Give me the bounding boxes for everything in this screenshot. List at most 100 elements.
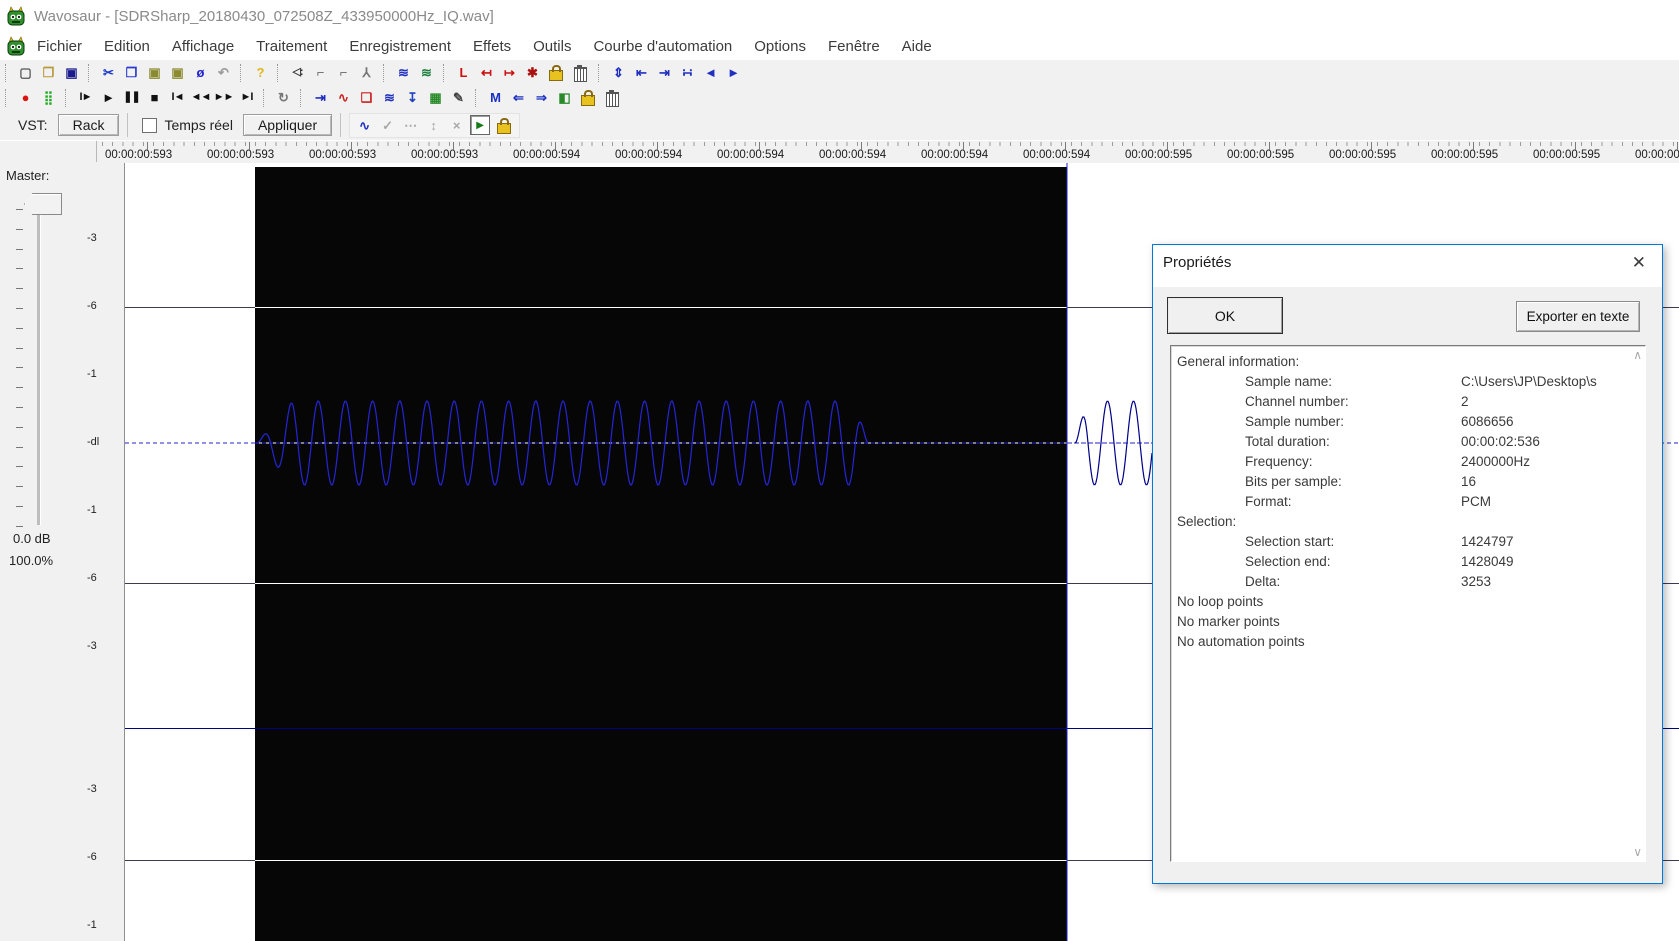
dialog-title: Propriétés — [1163, 254, 1231, 271]
crop-right-button[interactable]: ⇥ — [653, 62, 676, 83]
marker-region-button[interactable]: ◧ — [553, 87, 576, 108]
ok-button[interactable]: OK — [1167, 297, 1283, 334]
dialog-title-bar[interactable]: Propriétés ✕ — [1153, 245, 1662, 287]
loop-point-button[interactable]: L — [452, 62, 475, 83]
menu-traitement[interactable]: Traitement — [245, 38, 338, 55]
timeline-label: 00:00:00:595 — [1329, 149, 1396, 161]
automation-lock-button[interactable] — [497, 123, 511, 134]
delete-loop-button[interactable] — [574, 67, 587, 82]
waveform-overlay-button[interactable]: ≋ — [415, 62, 438, 83]
toolbar-main: ▢❒▣✂❐▣▣ø↶?◁:⌐⌐⅄≋≋L↤↦✱⇕⇤⇥∺◄► — [0, 60, 1679, 86]
toolbar-group-handle — [300, 89, 305, 107]
pencil-edit-button[interactable]: ✎ — [447, 87, 470, 108]
automation-scale-button[interactable]: ↕ — [422, 115, 445, 136]
paste-special-button[interactable]: ▣ — [166, 62, 189, 83]
properties-row: Total duration:00:00:02:536 — [1171, 432, 1627, 452]
master-slider-track[interactable] — [37, 207, 41, 525]
new-file-button[interactable]: ▢ — [14, 62, 37, 83]
settings-wrench-button[interactable]: ⅄ — [355, 62, 378, 83]
loop-playback-button[interactable]: ↻ — [272, 87, 295, 108]
waveform-view-button[interactable]: ≋ — [392, 62, 415, 83]
export-text-button[interactable]: Exporter en texte — [1516, 301, 1640, 332]
vst-bar: VST: Rack Temps réel Appliquer ∿✓⋯↕×▶ — [0, 110, 1679, 141]
master-slider-handle[interactable] — [24, 193, 62, 215]
automation-curve-button[interactable]: ∿ — [353, 115, 376, 136]
menu-edition[interactable]: Edition — [93, 38, 161, 55]
routing-alt-button[interactable]: ⌐ — [332, 62, 355, 83]
undo-button[interactable]: ↶ — [212, 62, 235, 83]
marker-button[interactable]: M — [484, 87, 507, 108]
previous-marker-button[interactable]: ⇐ — [507, 87, 530, 108]
scroll-down-icon[interactable]: ∨ — [1633, 845, 1642, 859]
automation-points-button[interactable]: ⋯ — [399, 115, 422, 136]
clear-loop-button[interactable]: ✱ — [521, 62, 544, 83]
lock-loop-button[interactable] — [549, 70, 563, 81]
title-bar[interactable]: Wavosaur - [SDRSharp_20180430_072508Z_43… — [0, 0, 1679, 32]
realtime-checkbox[interactable] — [142, 118, 157, 133]
help-button[interactable]: ? — [249, 62, 272, 83]
insert-to-document-button[interactable]: ⇥ — [309, 87, 332, 108]
close-icon[interactable]: ✕ — [1632, 253, 1646, 273]
vst-apply-button[interactable]: Appliquer — [243, 114, 332, 136]
next-marker-button[interactable]: ⇒ — [530, 87, 553, 108]
property-label: Sample number: — [1245, 414, 1344, 429]
lock-marker-button[interactable] — [581, 95, 595, 106]
loop-end-button[interactable]: ↦ — [498, 62, 521, 83]
trim-button[interactable]: ø — [189, 62, 212, 83]
cut-button[interactable]: ✂ — [97, 62, 120, 83]
realtime-checkbox-wrap: Temps réel — [142, 117, 232, 133]
master-label: Master: — [6, 168, 49, 183]
menu-fen-tre[interactable]: Fenêtre — [817, 38, 891, 55]
document-icon[interactable] — [6, 36, 26, 56]
level-meter-button[interactable]: ⣿ — [37, 87, 60, 108]
automation-delete-button[interactable]: × — [445, 115, 468, 136]
pause-button[interactable]: ❚❚ — [120, 87, 143, 108]
crop-left-button[interactable]: ⇤ — [630, 62, 653, 83]
menu-affichage[interactable]: Affichage — [161, 38, 245, 55]
nav-left-button[interactable]: ◄ — [699, 62, 722, 83]
automation-apply-button[interactable]: ✓ — [376, 115, 399, 136]
timeline-ruler[interactable]: 00:00:00:59300:00:00:59300:00:00:59300:0… — [0, 140, 1679, 164]
properties-content-panel: ∧ ∨ General information:Sample name:C:\U… — [1170, 345, 1646, 862]
rewind-button[interactable]: ◄◄ — [189, 87, 212, 108]
play-button[interactable]: ► — [97, 87, 120, 108]
scroll-up-icon[interactable]: ∧ — [1633, 348, 1642, 362]
loop-start-button[interactable]: ↤ — [475, 62, 498, 83]
vst-rack-button[interactable]: Rack — [58, 114, 120, 136]
menu-fichier[interactable]: Fichier — [26, 38, 93, 55]
record-button[interactable]: ● — [14, 87, 37, 108]
delete-marker-button[interactable] — [606, 92, 619, 107]
fast-forward-button[interactable]: ►► — [212, 87, 235, 108]
separator — [127, 113, 128, 137]
nav-right-button[interactable]: ► — [722, 62, 745, 83]
vertical-zoom-button[interactable]: ⇕ — [607, 62, 630, 83]
timeline-label: 00:00:00:594 — [1023, 149, 1090, 161]
audio-config-button[interactable]: ◁: — [286, 62, 309, 83]
timeline-label: 00:00:00:594 — [819, 149, 886, 161]
selection-markers-button[interactable]: ∺ — [676, 62, 699, 83]
menu-outils[interactable]: Outils — [522, 38, 582, 55]
save-file-button[interactable]: ▣ — [60, 62, 83, 83]
menu-courbe-d-automation[interactable]: Courbe d'automation — [582, 38, 743, 55]
stop-button[interactable]: ■ — [143, 87, 166, 108]
copy-to-new-button[interactable]: ❏ — [355, 87, 378, 108]
go-to-end-button[interactable]: ►Ι — [235, 87, 258, 108]
menu-enregistrement[interactable]: Enregistrement — [338, 38, 462, 55]
open-file-button[interactable]: ❒ — [37, 62, 60, 83]
routing-button[interactable]: ⌐ — [309, 62, 332, 83]
menu-options[interactable]: Options — [743, 38, 817, 55]
toolbar-group-handle — [598, 64, 603, 82]
play-from-cursor-button[interactable]: Ι► — [74, 87, 97, 108]
menu-effets[interactable]: Effets — [462, 38, 522, 55]
paste-button[interactable]: ▣ — [143, 62, 166, 83]
analysis-button[interactable]: ≋ — [378, 87, 401, 108]
spectrum-button[interactable]: ▦ — [424, 87, 447, 108]
menu-aide[interactable]: Aide — [891, 38, 943, 55]
automation-toolbar: ∿✓⋯↕×▶ — [349, 113, 520, 138]
copy-button[interactable]: ❐ — [120, 62, 143, 83]
statistics-button[interactable]: ∿ — [332, 87, 355, 108]
property-label: No automation points — [1177, 634, 1305, 649]
normalize-button[interactable]: ↧ — [401, 87, 424, 108]
automation-play-button[interactable]: ▶ — [470, 115, 490, 135]
go-to-start-button[interactable]: Ι◄ — [166, 87, 189, 108]
